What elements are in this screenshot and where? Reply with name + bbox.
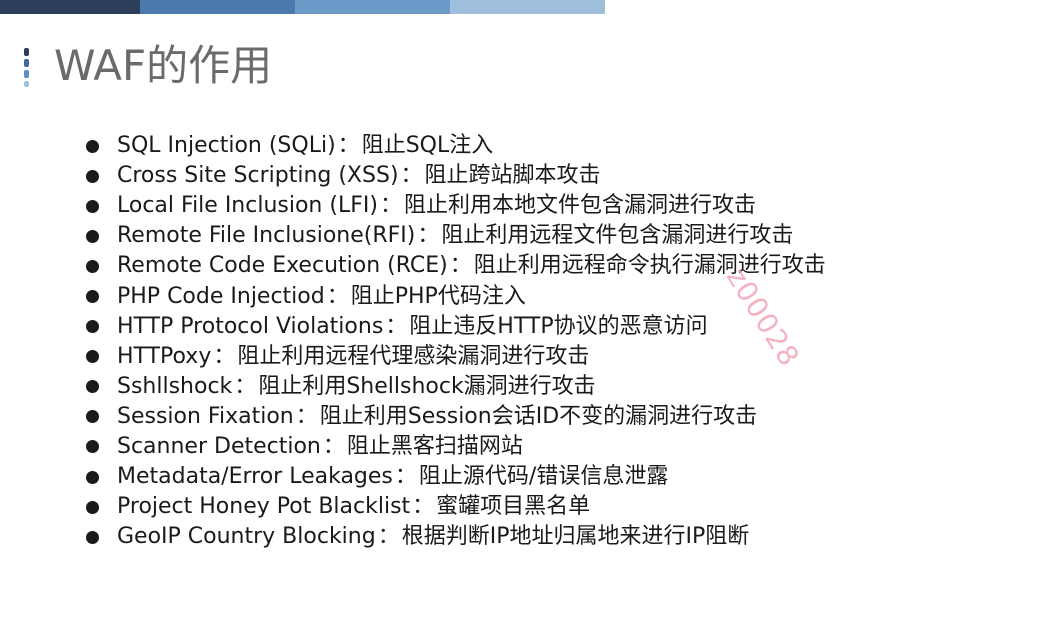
- list-item: Remote Code Execution (RCE)：阻止利用远程命令执行漏洞…: [86, 251, 826, 281]
- item-separator: ：: [326, 283, 349, 309]
- item-separator: ：: [412, 494, 435, 520]
- item-term: Session Fixation: [117, 403, 294, 429]
- header-bar-segment: [450, 0, 605, 14]
- item-separator: ：: [400, 163, 423, 189]
- list-item: Local File Inclusion (LFI)：阻止利用本地文件包含漏洞进…: [86, 191, 826, 221]
- item-description: 阻止违反HTTP协议的恶意访问: [409, 313, 708, 339]
- accent-mark: [24, 59, 29, 67]
- bullet-icon: [86, 199, 99, 213]
- list-item: HTTPoxy：阻止利用远程代理感染漏洞进行攻击: [86, 342, 826, 372]
- item-separator: ：: [379, 193, 402, 219]
- title-accent-marks: [24, 48, 29, 88]
- item-term: SQL Injection (SQLi): [117, 133, 336, 159]
- item-separator: ：: [213, 343, 236, 369]
- list-item: HTTP Protocol Violations：阻止违反HTTP协议的恶意访问: [86, 312, 826, 342]
- accent-mark: [24, 81, 29, 87]
- item-term: Metadata/Error Leakages: [117, 464, 393, 490]
- item-separator: ：: [449, 253, 472, 279]
- item-separator: ：: [337, 133, 360, 159]
- list-item: Scanner Detection：阻止黑客扫描网站: [86, 432, 826, 462]
- list-item: SQL Injection (SQLi)：阻止SQL注入: [86, 131, 826, 161]
- item-term: Project Honey Pot Blacklist: [117, 494, 411, 520]
- item-separator: ：: [385, 313, 408, 339]
- item-separator: ：: [394, 464, 417, 490]
- accent-mark: [24, 70, 29, 78]
- bullet-icon: [86, 139, 99, 153]
- list-item: Remote File Inclusione(RFI)：阻止利用远程文件包含漏洞…: [86, 221, 826, 251]
- list-item: GeoIP Country Blocking：根据判断IP地址归属地来进行IP阻…: [86, 522, 826, 552]
- bullet-icon: [86, 320, 99, 334]
- item-description: 阻止利用本地文件包含漏洞进行攻击: [403, 193, 756, 219]
- item-term: Cross Site Scripting (XSS): [117, 163, 399, 189]
- page-title: WAF的作用: [54, 41, 273, 90]
- accent-mark: [24, 48, 29, 56]
- item-description: 阻止跨站脚本攻击: [424, 163, 601, 189]
- bullet-icon: [86, 440, 99, 454]
- header-bar-segment: [0, 0, 140, 14]
- bullet-icon: [86, 500, 99, 514]
- item-term: Sshllshock: [117, 373, 233, 399]
- item-term: HTTPoxy: [117, 343, 212, 369]
- item-term: Local File Inclusion (LFI): [117, 193, 378, 219]
- item-description: 阻止利用Shellshock漏洞进行攻击: [258, 373, 596, 399]
- item-description: 阻止利用远程命令执行漏洞进行攻击: [473, 253, 826, 279]
- item-separator: ：: [417, 223, 440, 249]
- waf-feature-list: SQL Injection (SQLi)：阻止SQL注入 Cross Site S…: [86, 131, 826, 552]
- bullet-icon: [86, 259, 99, 273]
- list-item: Session Fixation：阻止利用Session会话ID不变的漏洞进行攻…: [86, 402, 826, 432]
- item-separator: ：: [234, 373, 257, 399]
- bullet-icon: [86, 530, 99, 544]
- bullet-icon: [86, 229, 99, 243]
- item-separator: ：: [322, 433, 345, 459]
- item-separator: ：: [295, 403, 318, 429]
- item-term: Remote Code Execution (RCE): [117, 253, 448, 279]
- item-description: 阻止黑客扫描网站: [346, 433, 523, 459]
- item-separator: ：: [377, 524, 400, 550]
- bullet-icon: [86, 350, 99, 364]
- bullet-icon: [86, 169, 99, 183]
- item-description: 蜜罐项目黑名单: [436, 494, 591, 520]
- bullet-icon: [86, 380, 99, 394]
- bullet-icon: [86, 410, 99, 424]
- bullet-icon: [86, 290, 99, 304]
- list-item: PHP Code Injectiod：阻止PHP代码注入: [86, 281, 826, 311]
- item-description: 阻止PHP代码注入: [350, 283, 526, 309]
- item-term: Scanner Detection: [117, 433, 321, 459]
- bullet-icon: [86, 470, 99, 484]
- header-bar-segment: [140, 0, 295, 14]
- header-bar-segment: [295, 0, 450, 14]
- item-term: HTTP Protocol Violations: [117, 313, 384, 339]
- item-description: 阻止利用远程文件包含漏洞进行攻击: [441, 223, 794, 249]
- list-item: Sshllshock：阻止利用Shellshock漏洞进行攻击: [86, 372, 826, 402]
- item-description: 根据判断IP地址归属地来进行IP阻断: [401, 524, 750, 550]
- item-description: 阻止利用远程代理感染漏洞进行攻击: [237, 343, 590, 369]
- item-description: 阻止SQL注入: [361, 133, 494, 159]
- header-color-bar: [0, 0, 605, 14]
- item-term: GeoIP Country Blocking: [117, 524, 376, 550]
- item-term: Remote File Inclusione(RFI): [117, 223, 416, 249]
- list-item: Project Honey Pot Blacklist：蜜罐项目黑名单: [86, 492, 826, 522]
- item-description: 阻止源代码/错误信息泄露: [418, 464, 669, 490]
- list-item: Metadata/Error Leakages：阻止源代码/错误信息泄露: [86, 462, 826, 492]
- item-description: 阻止利用Session会话ID不变的漏洞进行攻击: [319, 403, 758, 429]
- item-term: PHP Code Injectiod: [117, 283, 325, 309]
- list-item: Cross Site Scripting (XSS)：阻止跨站脚本攻击: [86, 161, 826, 191]
